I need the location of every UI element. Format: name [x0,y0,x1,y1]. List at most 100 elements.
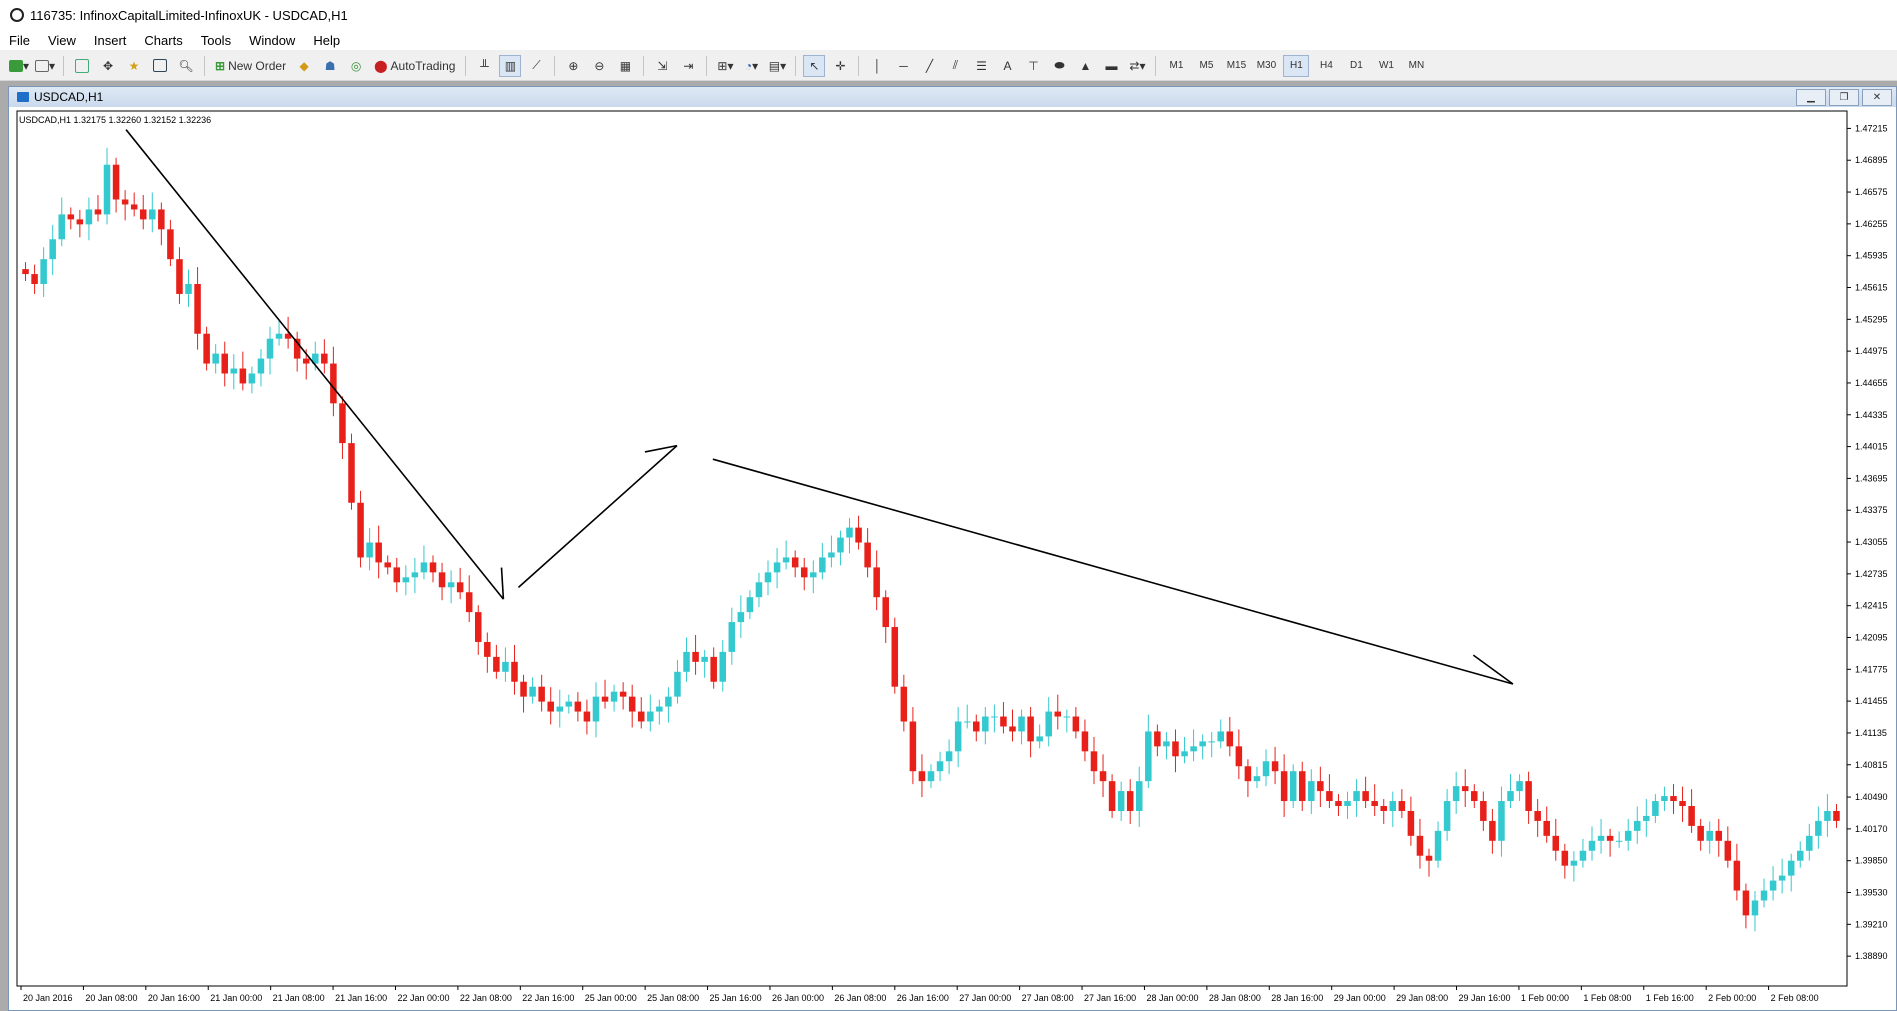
candle-body [1597,835,1605,841]
y-tick-label: 1.39210 [1855,919,1888,929]
restore-button[interactable]: ❐ [1829,89,1859,106]
y-tick-label: 1.44015 [1855,442,1888,452]
candle-body [846,527,853,538]
candle-body [1000,716,1007,727]
x-tick-label: 29 Jan 08:00 [1396,993,1448,1003]
toolbar-separator [643,55,645,76]
signals-icon[interactable]: ☗ [319,55,341,77]
menu-help[interactable]: Help [304,33,349,48]
candle-body [1769,880,1777,891]
horizontal-line-icon[interactable]: ─ [892,55,914,77]
candle-body [647,711,654,722]
terminal-icon[interactable] [149,55,171,77]
profiles-icon[interactable]: ▾ [34,55,56,77]
candle-body [1579,850,1587,861]
cursor-icon[interactable]: ↖ [803,54,826,77]
candle-body [1498,801,1505,841]
x-tick-label: 27 Jan 08:00 [1022,993,1074,1003]
text-icon[interactable]: A [996,55,1018,77]
x-tick-label: 1 Feb 00:00 [1521,993,1569,1003]
candle-body [1670,796,1677,802]
timeframe-d1[interactable]: D1 [1343,55,1369,77]
tile-windows-icon[interactable]: ▦ [614,55,636,77]
candle-body [22,269,29,275]
templates-icon[interactable]: ▤▾ [766,55,788,77]
text-label-icon[interactable]: ⊤ [1022,55,1044,77]
candle-body [167,229,174,260]
y-tick-label: 1.46895 [1855,155,1888,165]
candle-body [637,711,645,722]
price-chart[interactable]: USDCAD,H1 1.32175 1.32260 1.32152 1.3223… [9,107,1896,1010]
timeframe-m30[interactable]: M30 [1253,55,1279,77]
candle-body [1262,761,1270,777]
vertical-line-icon[interactable]: │ [866,55,888,77]
x-tick-label: 1 Feb 08:00 [1583,993,1631,1003]
metaeditor-icon[interactable]: ◆ [293,55,315,77]
candle-body [1787,860,1795,876]
menu-charts[interactable]: Charts [135,33,191,48]
new-order-button[interactable]: ⊞ New Order [212,55,289,77]
candle-body [1516,781,1523,792]
chart-shift-icon[interactable]: ⇥ [677,55,699,77]
candle-body [538,686,545,702]
menu-window[interactable]: Window [240,33,304,48]
timeframe-m5[interactable]: M5 [1193,55,1219,77]
menu-insert[interactable]: Insert [85,33,136,48]
navigator-icon[interactable]: ✥ [97,55,119,77]
toolbar-separator [465,55,467,76]
candle-body [1697,825,1704,841]
indicators-icon[interactable]: ⊞▾ [714,55,736,77]
timeframe-h4[interactable]: H4 [1313,55,1339,77]
vps-icon[interactable]: ◎ [345,55,367,77]
strategy-tester-icon[interactable]: 🔍︎ [175,55,197,77]
rectangle-icon[interactable]: ▬ [1100,55,1122,77]
zoom-out-icon[interactable]: ⊖ [588,55,610,77]
candle-body [185,284,192,294]
candle-body [1443,801,1451,831]
equidistant-channel-icon[interactable]: ⫽ [944,55,966,77]
candlestick-icon[interactable]: ▥ [499,54,522,77]
timeframe-mn[interactable]: MN [1403,55,1429,77]
menu-tools[interactable]: Tools [192,33,240,48]
bar-chart-icon[interactable]: ╨ [473,55,495,77]
timeframe-m15[interactable]: M15 [1223,55,1249,77]
ellipse-icon[interactable]: ⬬ [1048,55,1070,77]
candle-body [1135,781,1143,811]
triangle-icon[interactable]: ▲ [1074,55,1096,77]
data-window-icon[interactable]: ★ [123,55,145,77]
y-tick-label: 1.41135 [1855,728,1887,738]
periods-icon[interactable]: ◔ ▾ [740,55,762,77]
candle-body [1796,850,1804,861]
menu-view[interactable]: View [39,33,85,48]
x-tick-label: 21 Jan 16:00 [335,993,387,1003]
candle-body [1172,741,1179,757]
chart-window-header[interactable]: USDCAD,H1 ▁ ❐ ✕ [9,87,1896,108]
candle-body [1407,810,1415,836]
candle-body [357,502,364,558]
x-tick-label: 28 Jan 08:00 [1209,993,1261,1003]
line-chart-icon[interactable]: ⟋ [525,55,547,77]
zoom-in-icon[interactable]: ⊕ [562,55,584,77]
arrows-icon[interactable]: ⇄▾ [1126,55,1148,77]
candle-body [475,612,482,642]
candle-body [1389,801,1397,811]
timeframe-h1[interactable]: H1 [1283,54,1310,77]
y-tick-label: 1.39530 [1855,888,1888,898]
crosshair-icon[interactable]: ✛ [829,55,851,77]
market-watch-icon[interactable] [71,55,93,77]
y-tick-label: 1.39850 [1855,856,1888,866]
menu-file[interactable]: File [0,33,39,48]
timeframe-m1[interactable]: M1 [1163,55,1189,77]
trendline-icon[interactable]: ╱ [918,55,940,77]
candle-body [248,373,256,384]
auto-scroll-icon[interactable]: ⇲ [651,55,673,77]
candle-body [601,696,609,702]
new-chart-icon[interactable]: ▾ [8,55,30,77]
fibonacci-icon[interactable]: ☰ [970,55,992,77]
close-button[interactable]: ✕ [1862,89,1892,106]
timeframe-w1[interactable]: W1 [1373,55,1399,77]
candle-body [139,209,147,220]
autotrading-button[interactable]: ⬤ AutoTrading [371,55,458,77]
minimize-button[interactable]: ▁ [1796,89,1826,106]
candle-body [1715,830,1723,841]
